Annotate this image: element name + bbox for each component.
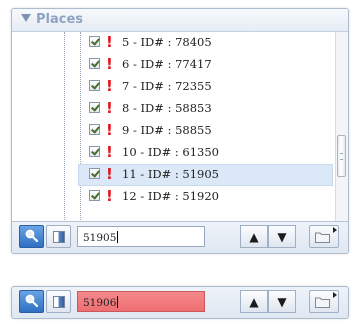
place-checkbox[interactable] bbox=[89, 146, 100, 157]
place-checkbox[interactable] bbox=[89, 190, 100, 201]
places-panel: Places ! 5 - ID# : 78405 ! 6 - ID# : 774… bbox=[11, 8, 349, 254]
previous-match-button[interactable]: ▲ bbox=[240, 225, 268, 248]
exclamation-icon: ! bbox=[106, 165, 113, 183]
chevron-right-icon bbox=[333, 227, 337, 233]
folder-icon bbox=[315, 232, 330, 243]
panel-title: Places bbox=[36, 12, 84, 27]
place-row[interactable]: ! 8 - ID# : 58853 bbox=[64, 98, 334, 120]
panel-toggle-button[interactable] bbox=[46, 290, 71, 313]
previous-match-button[interactable]: ▲ bbox=[240, 290, 268, 313]
place-label: 11 - ID# : 51905 bbox=[122, 167, 219, 181]
down-arrow-icon: ▼ bbox=[277, 295, 287, 309]
folder-icon bbox=[315, 297, 330, 308]
place-label: 9 - ID# : 58855 bbox=[122, 123, 212, 137]
up-arrow-icon: ▲ bbox=[249, 295, 259, 309]
magnifier-icon bbox=[25, 229, 38, 242]
place-row[interactable]: ! 9 - ID# : 58855 bbox=[64, 120, 334, 142]
up-arrow-icon: ▲ bbox=[249, 230, 259, 244]
place-label: 5 - ID# : 78405 bbox=[122, 35, 212, 49]
search-toggle-button[interactable] bbox=[19, 225, 44, 248]
exclamation-icon: ! bbox=[106, 77, 113, 95]
text-caret bbox=[117, 296, 119, 308]
next-match-button[interactable]: ▼ bbox=[268, 290, 296, 313]
down-arrow-icon: ▼ bbox=[277, 230, 287, 244]
search-input[interactable]: 51905 bbox=[77, 226, 205, 247]
search-input-value: 51905 bbox=[83, 232, 117, 244]
panel-toggle-icon bbox=[53, 231, 65, 243]
place-checkbox[interactable] bbox=[89, 80, 100, 91]
place-label: 8 - ID# : 58853 bbox=[122, 101, 212, 115]
place-row[interactable]: ! 10 - ID# : 61350 bbox=[64, 142, 334, 164]
place-row-selected[interactable]: ! 11 - ID# : 51905 bbox=[64, 164, 334, 186]
place-row[interactable]: ! 7 - ID# : 72355 bbox=[64, 76, 334, 98]
place-label: 12 - ID# : 51920 bbox=[122, 189, 219, 203]
exclamation-icon: ! bbox=[106, 55, 113, 73]
search-toolbar: 51905 ▲ ▼ bbox=[12, 221, 348, 253]
panel-header[interactable]: Places bbox=[12, 9, 348, 32]
collapse-arrow-icon[interactable] bbox=[21, 14, 31, 22]
place-checkbox[interactable] bbox=[89, 168, 100, 179]
panel-toggle-icon bbox=[53, 296, 65, 308]
exclamation-icon: ! bbox=[106, 187, 113, 205]
search-toolbar-error: 51906 ▲ ▼ bbox=[11, 286, 349, 319]
panel-toggle-button[interactable] bbox=[46, 225, 71, 248]
place-checkbox[interactable] bbox=[89, 124, 100, 135]
exclamation-icon: ! bbox=[106, 143, 113, 161]
text-caret bbox=[117, 231, 119, 243]
search-input-error[interactable]: 51906 bbox=[77, 291, 205, 312]
vertical-scrollbar[interactable] bbox=[335, 32, 348, 224]
folder-menu-button[interactable] bbox=[309, 225, 339, 248]
place-row[interactable]: ! 6 - ID# : 77417 bbox=[64, 54, 334, 76]
places-list: ! 5 - ID# : 78405 ! 6 - ID# : 77417 ! 7 … bbox=[12, 32, 334, 224]
exclamation-icon: ! bbox=[106, 121, 113, 139]
place-label: 7 - ID# : 72355 bbox=[122, 79, 212, 93]
next-match-button[interactable]: ▼ bbox=[268, 225, 296, 248]
search-toggle-button[interactable] bbox=[19, 290, 44, 313]
magnifier-icon bbox=[25, 294, 38, 307]
place-checkbox[interactable] bbox=[89, 58, 100, 69]
place-row[interactable]: ! 5 - ID# : 78405 bbox=[64, 32, 334, 54]
search-input-value: 51906 bbox=[83, 297, 117, 309]
place-checkbox[interactable] bbox=[89, 102, 100, 113]
exclamation-icon: ! bbox=[106, 33, 113, 51]
place-checkbox[interactable] bbox=[89, 36, 100, 47]
place-label: 6 - ID# : 77417 bbox=[122, 57, 212, 71]
place-label: 10 - ID# : 61350 bbox=[122, 145, 219, 159]
scrollbar-thumb[interactable] bbox=[337, 135, 346, 177]
place-row[interactable]: ! 12 - ID# : 51920 bbox=[64, 186, 334, 208]
folder-menu-button[interactable] bbox=[309, 290, 339, 313]
chevron-right-icon bbox=[333, 292, 337, 298]
exclamation-icon: ! bbox=[106, 99, 113, 117]
